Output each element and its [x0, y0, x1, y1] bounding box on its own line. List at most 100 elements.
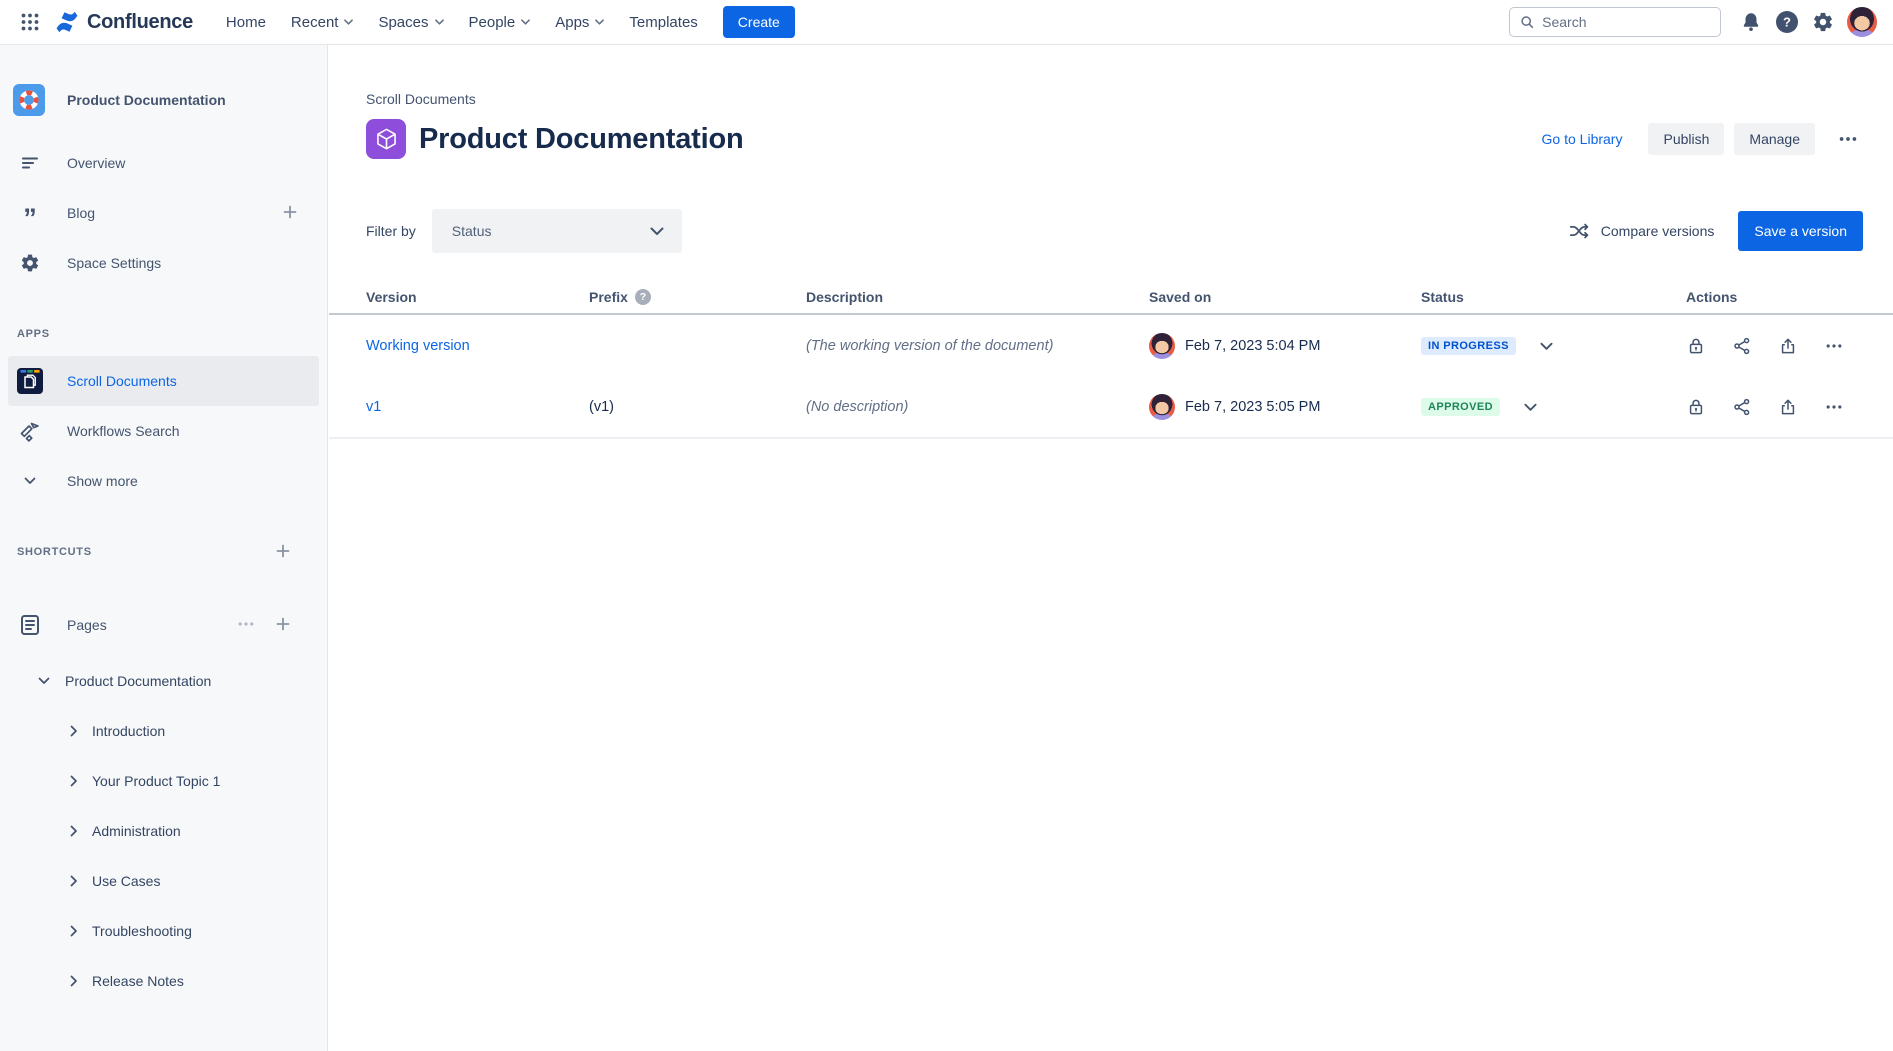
publish-button[interactable]: Publish: [1648, 123, 1724, 155]
chevron-right-icon[interactable]: [70, 975, 78, 987]
status-badge[interactable]: APPROVED: [1421, 398, 1500, 416]
main-content: Scroll Documents Product Documentation G…: [329, 45, 1893, 1051]
nav-apps[interactable]: Apps: [546, 8, 613, 37]
pages-more-icon[interactable]: [236, 614, 256, 637]
chevron-right-icon[interactable]: [70, 925, 78, 937]
nav-recent[interactable]: Recent: [282, 8, 363, 37]
document-cube-icon: [366, 119, 406, 159]
row-more-icon[interactable]: [1824, 336, 1844, 356]
pages-section-header[interactable]: Pages: [0, 600, 327, 650]
nav-people[interactable]: People: [460, 8, 540, 37]
tree-item-product-documentation[interactable]: Product Documentation: [0, 656, 327, 706]
title-more-icon[interactable]: [1833, 120, 1863, 158]
search-icon: [1520, 14, 1534, 30]
lock-icon[interactable]: [1686, 397, 1706, 417]
apps-heading: APPS: [17, 326, 310, 342]
apps-nav: Scroll Documents Workflows Search Show m…: [0, 356, 327, 506]
status-badge[interactable]: IN PROGRESS: [1421, 337, 1516, 355]
search-input[interactable]: [1542, 14, 1710, 30]
breadcrumb: Scroll Documents: [329, 45, 1893, 107]
filter-by-label: Filter by: [366, 223, 416, 239]
nav-spaces[interactable]: Spaces: [369, 8, 452, 37]
add-page-icon[interactable]: [274, 615, 292, 636]
status-cell: APPROVED: [1421, 398, 1686, 416]
description-value: (No description): [806, 399, 1149, 415]
go-to-library-link[interactable]: Go to Library: [1542, 131, 1623, 147]
sidebar-item-blog[interactable]: ” Blog: [0, 188, 327, 238]
user-avatar[interactable]: [1847, 7, 1877, 37]
chevron-right-icon[interactable]: [70, 875, 78, 887]
pages-icon: [17, 613, 43, 637]
search-box: [1509, 7, 1721, 37]
settings-icon[interactable]: [1805, 4, 1841, 40]
gear-icon: [17, 253, 43, 273]
title-row: Product Documentation Go to Library Publ…: [366, 119, 1863, 159]
top-navigation-bar: Confluence Home Recent Spaces People App…: [0, 0, 1893, 45]
svg-text:?: ?: [1783, 15, 1791, 30]
status-filter-dropdown[interactable]: Status: [432, 209, 682, 253]
chevron-right-icon[interactable]: [70, 725, 78, 737]
row-actions: [1686, 397, 1863, 417]
share-icon[interactable]: [1732, 336, 1752, 356]
status-cell: IN PROGRESS: [1421, 337, 1686, 355]
tree-item-introduction[interactable]: Introduction: [0, 706, 327, 756]
chevron-down-icon: [595, 19, 604, 25]
add-blog-icon[interactable]: [281, 203, 299, 224]
sidebar-item-scroll-documents[interactable]: Scroll Documents: [8, 356, 319, 406]
chevron-down-icon: [344, 19, 353, 25]
manage-button[interactable]: Manage: [1734, 123, 1815, 155]
description-value: (The working version of the document): [806, 338, 1149, 354]
tree-item-release-notes[interactable]: Release Notes: [0, 956, 327, 1006]
sidebar: Product Documentation Overview ” Blog: [0, 45, 328, 1051]
tree-item-use-cases[interactable]: Use Cases: [0, 856, 327, 906]
version-link[interactable]: v1: [366, 399, 381, 415]
primary-nav: Home Recent Spaces People Apps Templates: [217, 8, 707, 37]
nav-home[interactable]: Home: [217, 8, 275, 37]
save-a-version-button[interactable]: Save a version: [1738, 211, 1863, 251]
lifebuoy-space-icon: [13, 84, 45, 116]
status-chevron-icon[interactable]: [1524, 403, 1537, 412]
help-icon[interactable]: ?: [1769, 4, 1805, 40]
col-description: Description: [806, 289, 1149, 305]
space-header[interactable]: Product Documentation: [0, 45, 327, 116]
page-title: Product Documentation: [419, 123, 743, 156]
sidebar-item-space-settings[interactable]: Space Settings: [0, 238, 327, 288]
share-icon[interactable]: [1732, 397, 1752, 417]
breadcrumb-scroll-documents[interactable]: Scroll Documents: [366, 91, 476, 107]
sidebar-item-show-more[interactable]: Show more: [0, 456, 327, 506]
confluence-logo[interactable]: Confluence: [54, 9, 193, 35]
confluence-logo-icon: [54, 9, 80, 35]
lock-icon[interactable]: [1686, 336, 1706, 356]
blog-quote-icon: ”: [17, 213, 43, 223]
table-header-row: Version Prefix ? Description Saved on St…: [329, 281, 1893, 315]
shortcuts-heading: SHORTCUTS: [17, 544, 310, 560]
chevron-down-icon[interactable]: [38, 677, 50, 685]
status-chevron-icon[interactable]: [1540, 342, 1553, 351]
tree-item-administration[interactable]: Administration: [0, 806, 327, 856]
prefix-help-icon[interactable]: ?: [635, 289, 651, 305]
tree-item-troubleshooting[interactable]: Troubleshooting: [0, 906, 327, 956]
export-icon[interactable]: [1778, 336, 1798, 356]
compare-versions-button[interactable]: Compare versions: [1568, 220, 1715, 242]
app-switcher-icon[interactable]: [14, 6, 46, 38]
col-prefix: Prefix ?: [589, 289, 806, 305]
sidebar-item-workflows-search[interactable]: Workflows Search: [0, 406, 327, 456]
row-actions: [1686, 336, 1863, 356]
export-icon[interactable]: [1778, 397, 1798, 417]
chevron-right-icon[interactable]: [70, 825, 78, 837]
version-link[interactable]: Working version: [366, 338, 470, 354]
notifications-icon[interactable]: [1733, 4, 1769, 40]
nav-templates[interactable]: Templates: [620, 8, 706, 37]
add-shortcut-icon[interactable]: [274, 542, 292, 563]
chevron-down-icon: [650, 227, 664, 236]
title-actions: Go to Library Publish Manage: [1542, 120, 1863, 158]
table-row-working-version: Working version (The working version of …: [329, 315, 1893, 377]
create-button[interactable]: Create: [723, 6, 795, 38]
sidebar-item-overview[interactable]: Overview: [0, 138, 327, 188]
row-more-icon[interactable]: [1824, 397, 1844, 417]
chevron-right-icon[interactable]: [70, 775, 78, 787]
tree-item-your-product-topic-1[interactable]: Your Product Topic 1: [0, 756, 327, 806]
chevron-down-icon: [17, 477, 43, 485]
workflows-search-icon: [17, 419, 43, 443]
chevron-down-icon: [521, 19, 530, 25]
